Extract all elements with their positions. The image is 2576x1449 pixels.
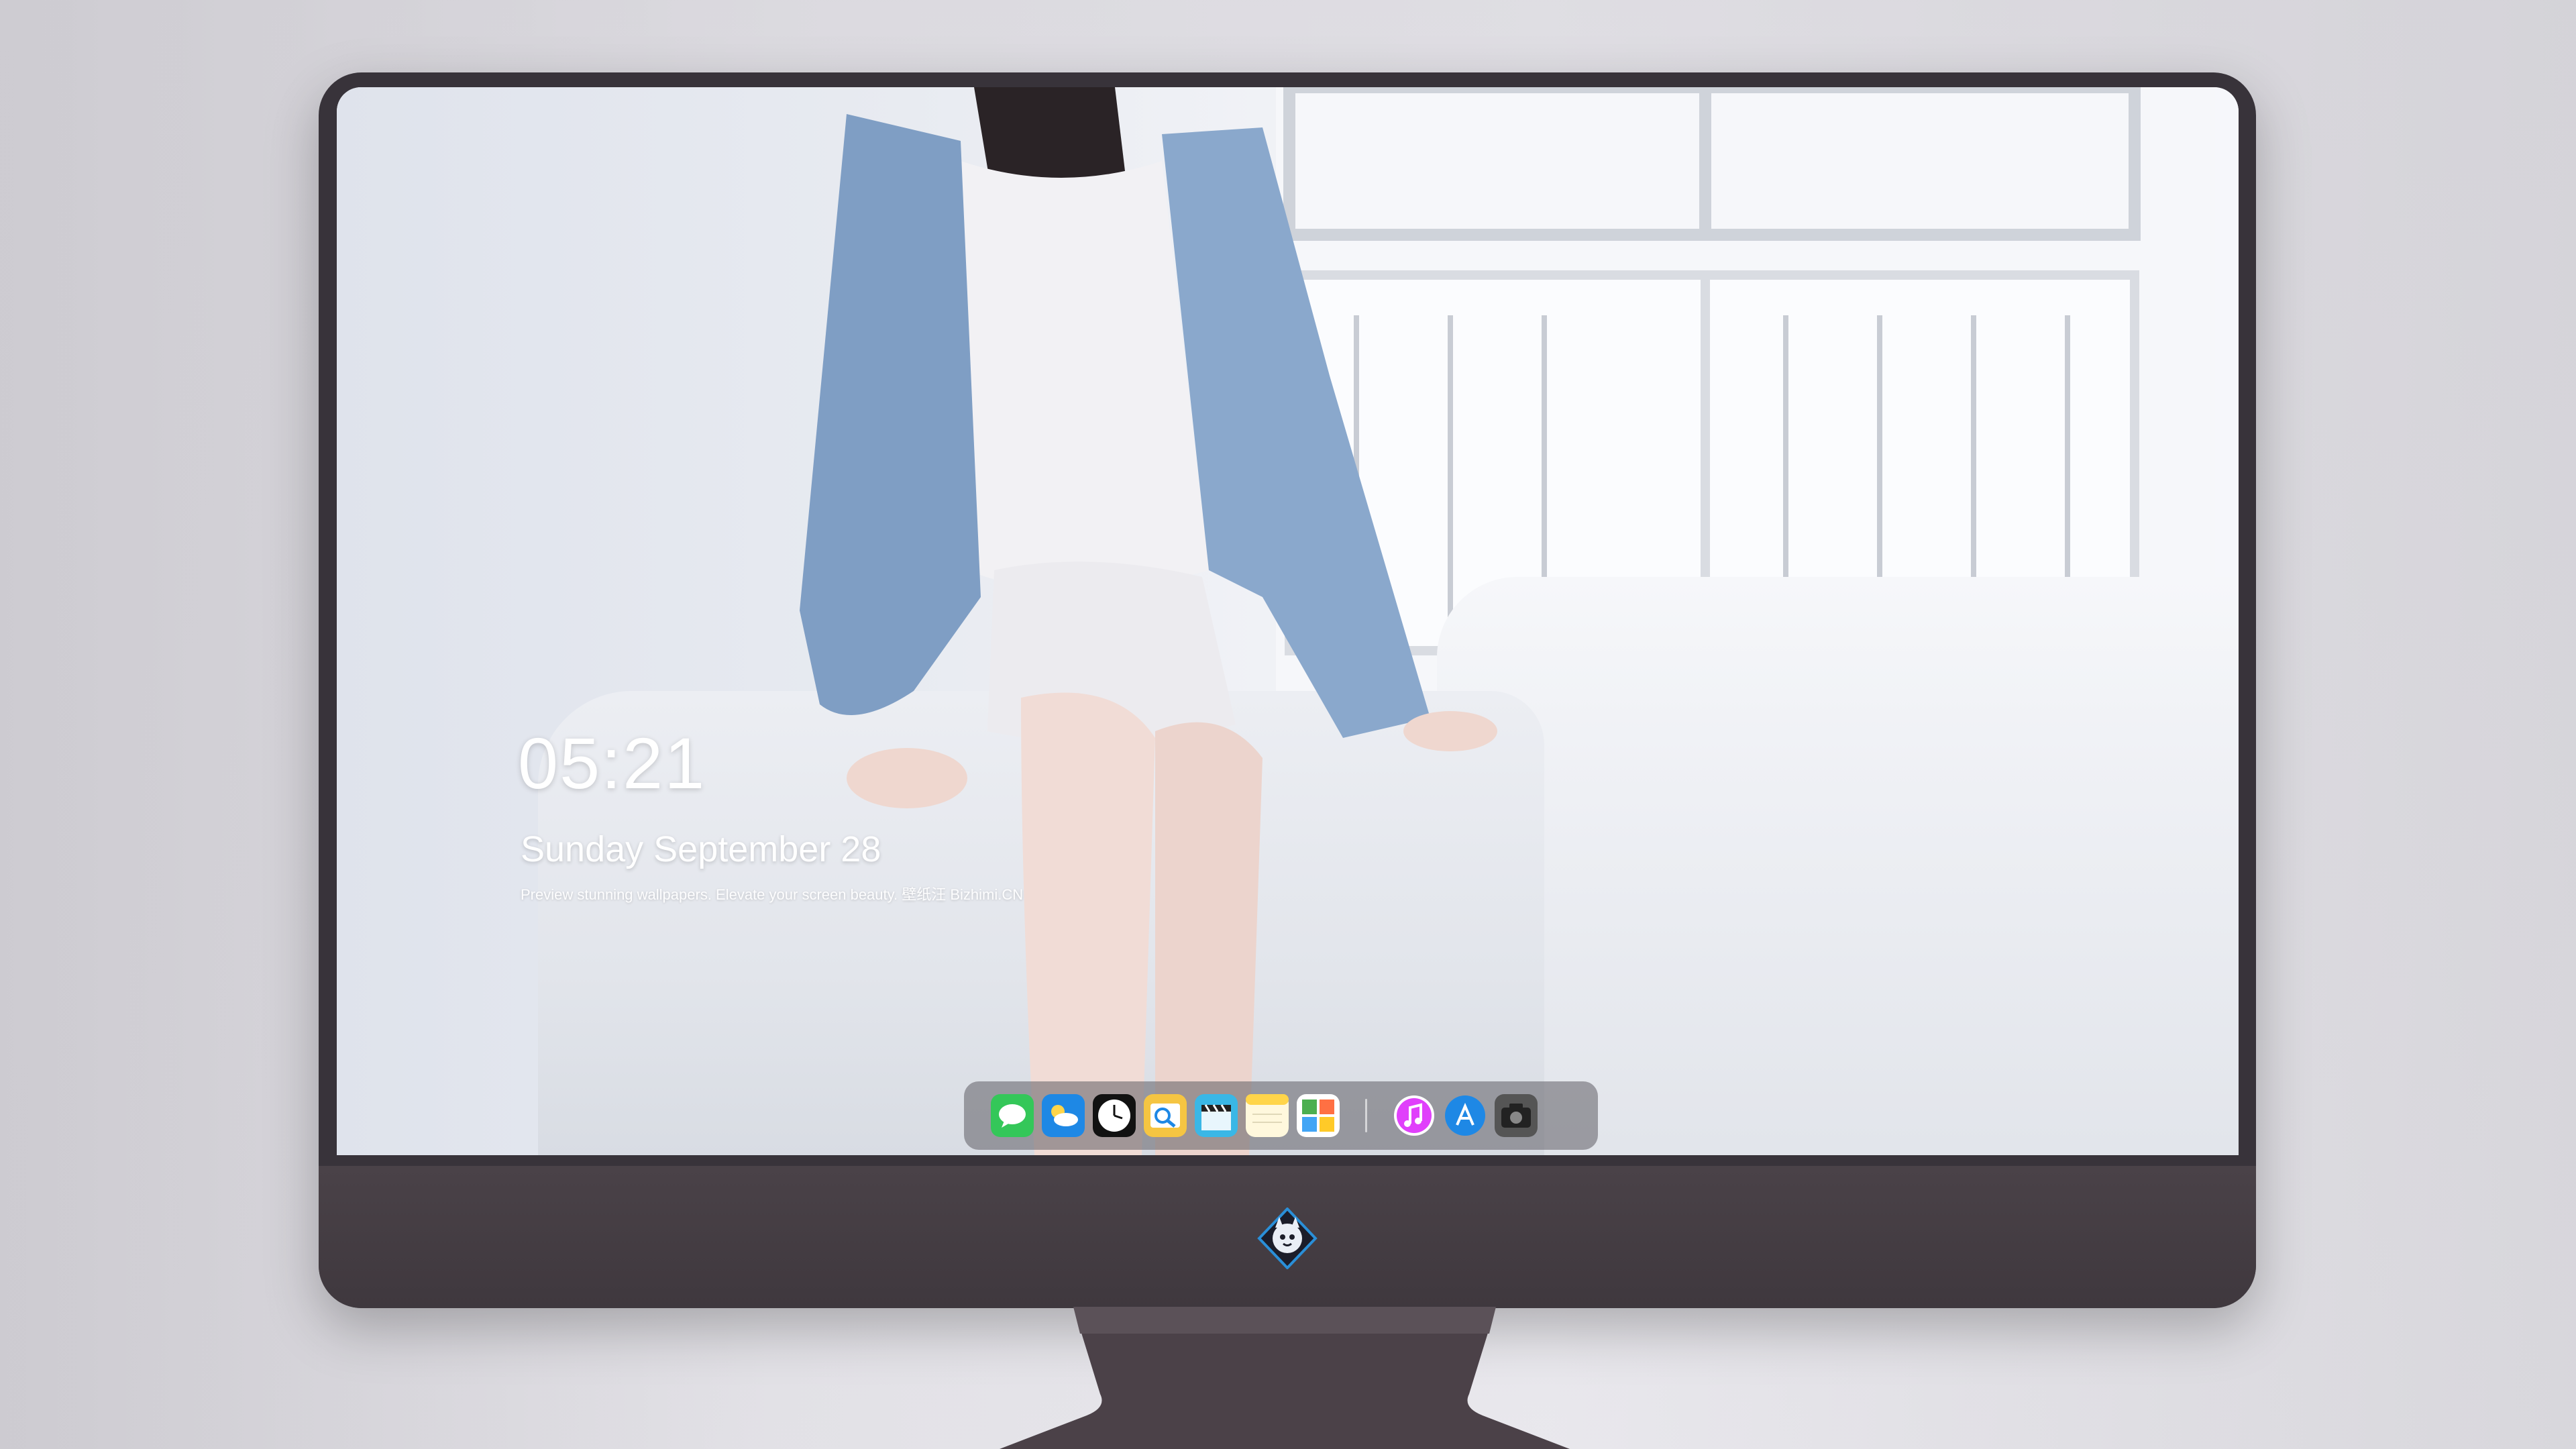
dock-separator	[1365, 1099, 1367, 1132]
weather-icon[interactable]	[1042, 1094, 1085, 1137]
lockscreen-date: Sunday September 28	[521, 829, 881, 869]
dock	[964, 1081, 1598, 1150]
desktop-screen: 05:21 Sunday September 28 Preview stunni…	[337, 87, 2239, 1155]
messages-icon[interactable]	[991, 1094, 1034, 1137]
clapper-icon[interactable]	[1195, 1094, 1238, 1137]
monitor-chin	[319, 1166, 2256, 1308]
monitor-stand	[993, 1307, 1576, 1449]
clock-icon[interactable]	[1093, 1094, 1136, 1137]
fox-mascot-logo-icon	[1256, 1208, 1318, 1269]
music-icon[interactable]	[1393, 1094, 1436, 1137]
photo-board-icon[interactable]	[1297, 1094, 1340, 1137]
camera-icon[interactable]	[1495, 1094, 1538, 1137]
notes-icon[interactable]	[1246, 1094, 1289, 1137]
wallpaper-figure	[739, 87, 1813, 1155]
lockscreen-time: 05:21	[518, 722, 706, 804]
preview-icon[interactable]	[1144, 1094, 1187, 1137]
lockscreen-tagline: Preview stunning wallpapers. Elevate you…	[521, 886, 1024, 903]
app-store-icon[interactable]	[1444, 1094, 1487, 1137]
